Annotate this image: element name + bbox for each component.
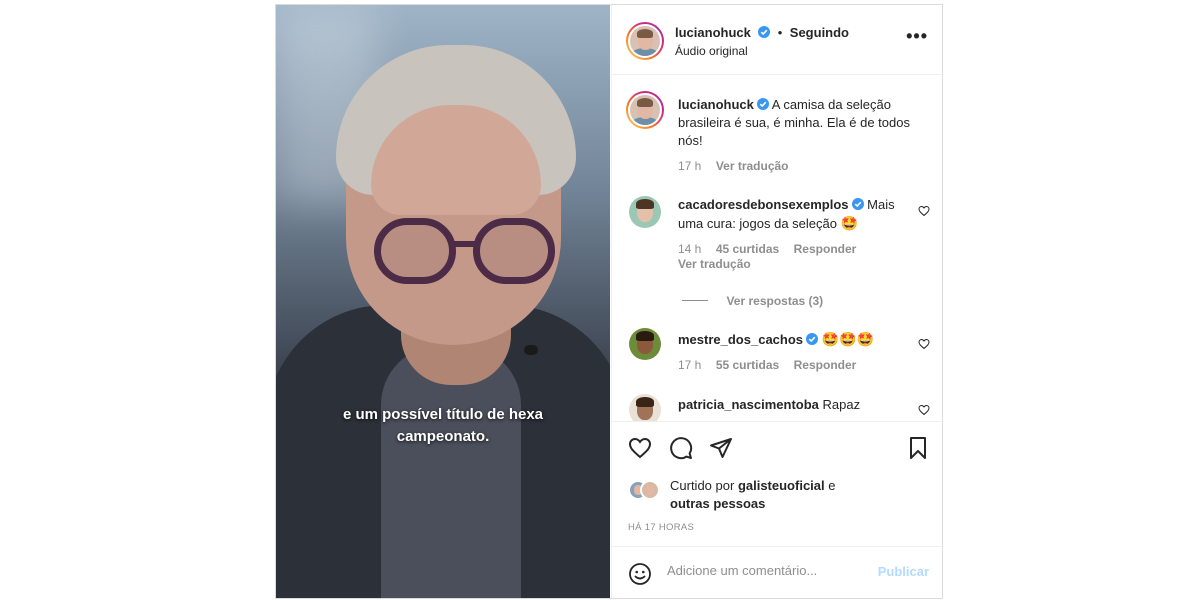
reply-button[interactable]: Responder — [794, 242, 857, 256]
separator-dot: • — [777, 25, 783, 40]
commenter-avatar[interactable] — [629, 196, 661, 228]
liked-by-user[interactable]: galisteuoficial — [738, 478, 825, 493]
comment-translate-link[interactable]: Ver tradução — [678, 257, 751, 271]
caption-username[interactable]: lucianohuck — [678, 97, 754, 112]
verified-badge-icon — [758, 26, 771, 38]
author-username[interactable]: lucianohuck — [675, 25, 751, 40]
commenter-username[interactable]: patricia_nascimentoba — [678, 397, 819, 412]
glasses-bridge — [451, 241, 477, 247]
liker-avatar — [640, 480, 660, 500]
post-sidebar: lucianohuck • Seguindo Áudio original ••… — [611, 5, 944, 598]
instagram-post: e um possível título de hexa campeonato.… — [275, 4, 944, 599]
comment-bubble-icon[interactable] — [669, 436, 693, 460]
publish-button[interactable]: Publicar — [878, 564, 929, 579]
post-actions: Curtido por galisteuoficial e outras pes… — [612, 421, 944, 546]
caption-time[interactable]: 17 h — [678, 159, 701, 173]
post-time-ago[interactable]: HÁ 17 HORAS — [628, 522, 694, 533]
comment-likes[interactable]: 55 curtidas — [716, 358, 779, 372]
commenter-username[interactable]: mestre_dos_cachos — [678, 332, 803, 347]
comment-time[interactable]: 14 h — [678, 242, 701, 256]
share-send-icon[interactable] — [709, 436, 733, 460]
comment-likes[interactable]: 45 curtidas — [716, 242, 779, 256]
video-subtitle-line-1: e um possível título de hexa — [342, 406, 544, 423]
like-comment-heart-icon[interactable] — [918, 205, 930, 217]
verified-badge-icon — [851, 198, 864, 210]
comment-emoji: 🤩 — [840, 215, 859, 231]
glasses-left-lens — [374, 218, 456, 284]
more-horizontal-icon[interactable]: ••• — [906, 27, 928, 45]
emoji-smiley-icon[interactable] — [628, 562, 652, 586]
reel-video[interactable]: e um possível título de hexa campeonato. — [276, 5, 610, 598]
liked-by-suffix: e — [828, 478, 836, 493]
verified-badge-icon — [806, 333, 819, 345]
comment-time[interactable]: 17 h — [678, 358, 701, 372]
comment-emoji: 🤩🤩🤩 — [821, 331, 874, 347]
comments-list: lucianohuck A camisa da seleção brasilei… — [612, 76, 944, 421]
author-avatar[interactable] — [626, 22, 664, 60]
like-heart-icon[interactable] — [628, 436, 652, 460]
caption-translate-link[interactable]: Ver tradução — [716, 159, 789, 173]
following-button[interactable]: Seguindo — [790, 25, 849, 40]
like-comment-heart-icon[interactable] — [918, 338, 930, 350]
commenter-avatar[interactable] — [629, 328, 661, 360]
verified-badge-icon — [756, 98, 769, 110]
audio-label[interactable]: Áudio original — [675, 44, 748, 58]
like-comment-heart-icon[interactable] — [918, 404, 930, 416]
headset-mic — [524, 345, 538, 355]
commenter-avatar[interactable] — [629, 394, 661, 421]
caption-avatar[interactable] — [626, 91, 664, 129]
comment-text: Rapaz — [822, 397, 861, 412]
post-header: lucianohuck • Seguindo Áudio original ••… — [612, 5, 944, 75]
replies-divider-line — [682, 300, 708, 301]
liked-by-others[interactable]: outras pessoas — [670, 496, 765, 511]
commenter-username[interactable]: cacadoresdebonsexemplos — [678, 197, 849, 212]
video-subtitle-line-2: campeonato. — [396, 428, 490, 445]
save-bookmark-icon[interactable] — [906, 436, 930, 460]
reply-button[interactable]: Responder — [794, 358, 857, 372]
glasses-right-lens — [473, 218, 555, 284]
comment-input[interactable] — [667, 563, 867, 578]
add-comment-bar: Publicar — [612, 546, 944, 598]
view-replies-label[interactable]: Ver respostas (3) — [726, 294, 823, 308]
liked-by-text: Curtido por galisteuoficial e outras pes… — [670, 477, 920, 513]
view-replies[interactable]: Ver respostas (3) — [682, 292, 823, 310]
liked-by-prefix: Curtido por — [670, 478, 735, 493]
